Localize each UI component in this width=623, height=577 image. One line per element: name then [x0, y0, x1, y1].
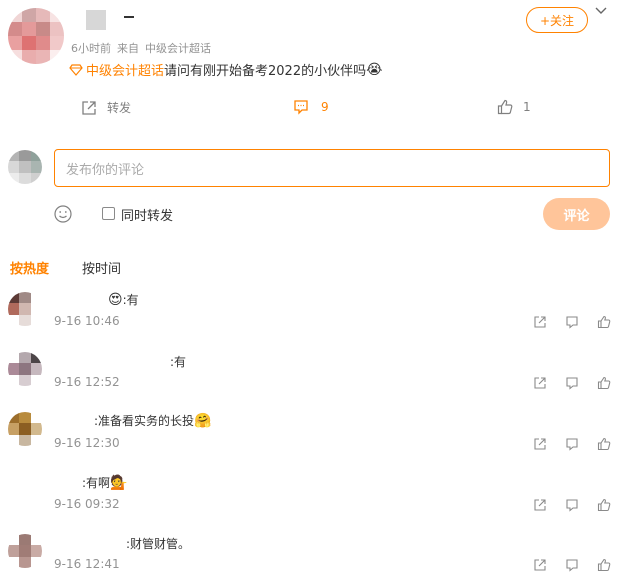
- follow-button[interactable]: +关注: [526, 7, 588, 33]
- comment-forward-icon[interactable]: [533, 437, 547, 451]
- post-source-topic[interactable]: 中级会计超话: [145, 42, 211, 55]
- comment-input[interactable]: 发布你的评论: [54, 149, 610, 187]
- comment-time: 9-16 09:32: [54, 497, 120, 511]
- current-user-avatar: [8, 150, 42, 184]
- like-count: 1: [523, 100, 531, 114]
- comment-like-icon[interactable]: [597, 558, 611, 572]
- comment-like-icon[interactable]: [597, 437, 611, 451]
- comment-avatar[interactable]: [8, 352, 42, 386]
- heart-eyes-face-icon: 😍: [108, 291, 123, 308]
- tab-sort-hot[interactable]: 按热度: [10, 258, 49, 277]
- repost-label[interactable]: 同时转发: [121, 205, 173, 224]
- comment-avatar[interactable]: [8, 292, 42, 326]
- comment-forward-icon[interactable]: [533, 558, 547, 572]
- chevron-down-icon[interactable]: [594, 4, 608, 18]
- post-meta: 6小时前 来自 中级会计超话: [71, 40, 217, 56]
- submit-comment-button[interactable]: 评论: [543, 198, 610, 230]
- comment-text: :有: [170, 355, 187, 369]
- post-source-label: 来自: [117, 42, 139, 55]
- topic-link[interactable]: 中级会计超话: [86, 60, 164, 79]
- post-time: 6小时前: [71, 42, 111, 55]
- person-tipping-hand-icon: 💁: [110, 474, 128, 491]
- comment-text: :准备看实务的长投 🤗: [94, 412, 212, 429]
- comment-time: 9-16 10:46: [54, 314, 120, 328]
- comment-avatar[interactable]: [8, 412, 42, 446]
- tab-sort-time[interactable]: 按时间: [82, 258, 121, 277]
- comment-count: 9: [321, 100, 329, 114]
- diamond-icon: [69, 63, 83, 76]
- comment-like-icon[interactable]: [597, 498, 611, 512]
- post-body: 中级会计超话 请问有刚开始备考2022的小伙伴吗 😭: [69, 60, 382, 79]
- comment-text: :财管财管。: [126, 537, 191, 551]
- author-name-redacted[interactable]: [86, 10, 106, 30]
- author-avatar[interactable]: [8, 8, 64, 64]
- post-body-text: 请问有刚开始备考2022的小伙伴吗: [164, 64, 367, 79]
- comment-reply-icon[interactable]: [565, 498, 579, 512]
- comment-icon: [294, 100, 308, 115]
- comment-reply-icon[interactable]: [565, 315, 579, 329]
- comment-text: 😍:有: [108, 291, 139, 308]
- thumbs-up-icon: [497, 99, 513, 115]
- hugging-face-icon: 🤗: [194, 412, 212, 429]
- emoji-picker-icon[interactable]: [54, 205, 72, 223]
- comment-forward-icon[interactable]: [533, 376, 547, 390]
- forward-icon: [82, 100, 96, 115]
- comment-like-icon[interactable]: [597, 376, 611, 390]
- comment-text: :有啊 💁: [82, 474, 128, 491]
- forward-button[interactable]: 转发: [81, 99, 131, 116]
- comment-reply-icon[interactable]: [565, 558, 579, 572]
- like-button[interactable]: 1: [497, 99, 531, 115]
- repost-checkbox[interactable]: [102, 207, 115, 220]
- comment-reply-icon[interactable]: [565, 437, 579, 451]
- comment-time: 9-16 12:30: [54, 436, 120, 450]
- forward-label: 转发: [107, 101, 132, 115]
- comment-time: 9-16 12:41: [54, 557, 120, 571]
- comment-forward-icon[interactable]: [533, 315, 547, 329]
- comment-time: 9-16 12:52: [54, 375, 120, 389]
- comment-avatar[interactable]: [8, 534, 42, 568]
- comment-button[interactable]: 9: [293, 99, 329, 115]
- comment-reply-icon[interactable]: [565, 376, 579, 390]
- comment-forward-icon[interactable]: [533, 498, 547, 512]
- comment-like-icon[interactable]: [597, 315, 611, 329]
- crying-face-icon: 😭: [366, 61, 383, 78]
- author-name-dash: [124, 16, 134, 18]
